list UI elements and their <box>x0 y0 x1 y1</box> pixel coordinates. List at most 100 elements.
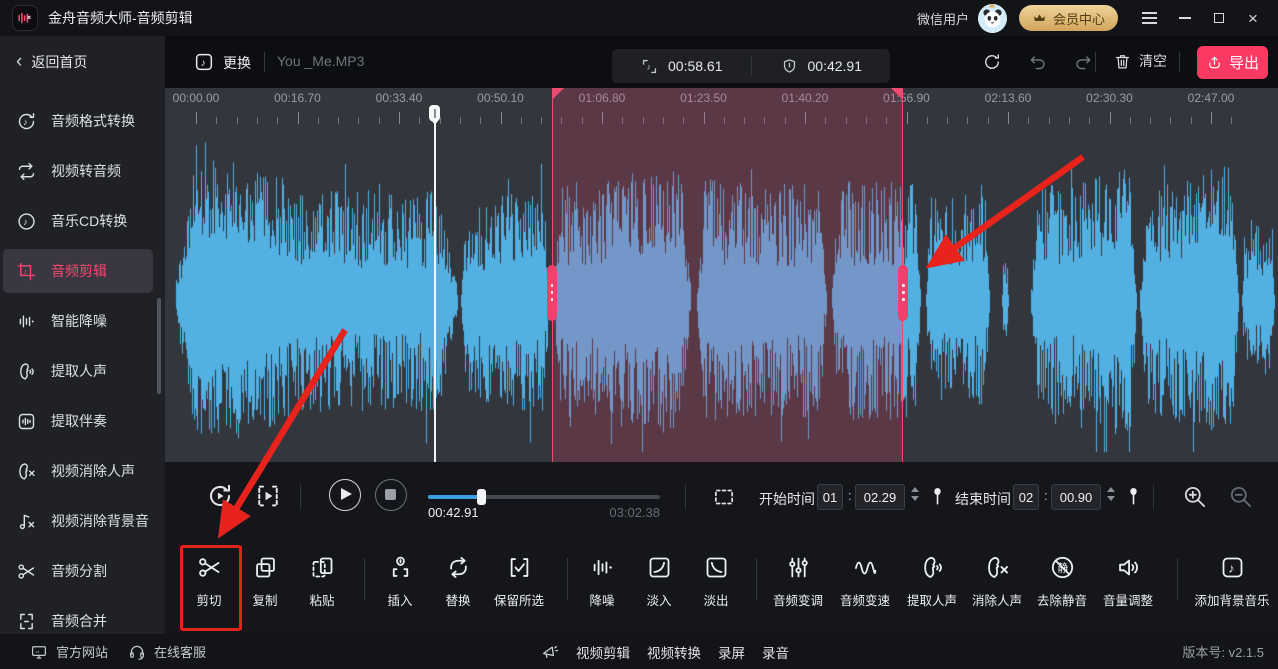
cursor-time-value: 00:42.91 <box>808 58 863 74</box>
footer-link[interactable]: 视频剪辑 <box>576 642 630 662</box>
divider <box>1179 52 1180 72</box>
sidebar-item-cd-convert[interactable]: 音乐CD转换 <box>0 196 165 246</box>
current-time: 00:42.91 <box>428 505 479 520</box>
sidebar-item-label: 智能降噪 <box>51 311 107 331</box>
headset-icon <box>128 643 146 661</box>
export-button[interactable]: 导出 <box>1197 46 1268 79</box>
clear-label: 清空 <box>1139 51 1167 71</box>
start-time-label: 开始时间 <box>759 489 815 509</box>
sidebar-item-smart-denoise[interactable]: 智能降噪 <box>0 296 165 346</box>
playhead-marker[interactable] <box>429 105 440 122</box>
end-pin-icon[interactable] <box>1122 485 1145 508</box>
footer-link[interactable]: 录屏 <box>718 642 745 662</box>
online-support-link[interactable]: 在线客服 <box>128 634 206 669</box>
selection-start-handle[interactable] <box>547 265 557 321</box>
zoom-out-icon[interactable] <box>1227 483 1254 510</box>
menu-icon[interactable] <box>1136 5 1162 31</box>
export-label: 导出 <box>1229 52 1259 73</box>
sidebar-item-extract-vocal[interactable]: 提取人声 <box>0 346 165 396</box>
ic-vocalx <box>984 554 1011 581</box>
divider <box>300 485 301 509</box>
total-time: 03:02.38 <box>590 505 660 520</box>
selection-duration: 00:58.61 <box>612 57 751 76</box>
timeline-label: 02:47.00 <box>1188 91 1235 105</box>
slider-fill <box>428 495 481 499</box>
user-avatar[interactable] <box>978 4 1007 33</box>
app-window: 金舟音频大师-音频剪辑 微信用户 会员中心 × ‹ 返回首页 音频格式转换 视频… <box>0 0 1278 669</box>
clear-button[interactable]: 清空 <box>1113 51 1167 71</box>
app-logo-icon <box>12 5 38 31</box>
timeline-label: 02:30.30 <box>1086 91 1133 105</box>
redo-icon[interactable] <box>1073 52 1093 72</box>
chevron-left-icon: ‹ <box>16 56 22 68</box>
sidebar-item-audio-format-convert[interactable]: 音频格式转换 <box>0 96 165 146</box>
play-button[interactable] <box>329 479 361 511</box>
close-button[interactable]: × <box>1240 5 1266 31</box>
timeline-label: 00:16.70 <box>274 91 321 105</box>
official-website-link[interactable]: 官方网站 <box>30 634 108 669</box>
selection-end-flag-icon <box>891 88 902 99</box>
sidebar: ‹ 返回首页 音频格式转换 视频转音频 音乐CD转换 音频剪辑 智能降噪 提取人… <box>0 36 165 634</box>
maximize-button[interactable] <box>1206 5 1232 31</box>
loop-play-icon[interactable] <box>205 481 235 511</box>
toolbar-label: 插入 <box>387 590 412 609</box>
progress-slider[interactable] <box>428 492 660 502</box>
official-website-label: 官方网站 <box>56 642 108 661</box>
undo-icon[interactable] <box>1028 52 1048 72</box>
selection-region[interactable] <box>552 88 903 462</box>
refresh-icon[interactable] <box>982 52 1002 72</box>
selection-end-handle[interactable] <box>898 265 908 321</box>
start-second-input[interactable] <box>855 484 905 510</box>
timeline-label: 00:50.10 <box>477 91 524 105</box>
sidebar-item-video-to-audio[interactable]: 视频转音频 <box>0 146 165 196</box>
minimize-button[interactable] <box>1172 5 1198 31</box>
change-file-button[interactable]: 更换 <box>223 53 251 73</box>
toolbar-label: 替换 <box>445 590 470 609</box>
vip-center-button[interactable]: 会员中心 <box>1019 5 1118 31</box>
version-text: 版本号: v2.1.5 <box>1182 634 1264 669</box>
toolbar-keep-selection-button[interactable]: 保留所选 <box>471 554 567 609</box>
megaphone-icon <box>540 642 559 661</box>
sidebar-item-audio-split[interactable]: 音频分割 <box>0 546 165 596</box>
ic-v2a <box>16 161 37 182</box>
music-note-icon <box>193 51 215 73</box>
shield-icon <box>780 57 799 76</box>
ic-fadeout <box>703 554 730 581</box>
sidebar-scrollbar[interactable] <box>157 298 161 394</box>
start-minute-input[interactable] <box>817 484 843 510</box>
ic-vocal <box>16 361 37 382</box>
footer-link[interactable]: 录音 <box>762 642 789 662</box>
sidebar-item-label: 提取伴奏 <box>51 411 107 431</box>
sidebar-item-label: 音频格式转换 <box>51 111 135 131</box>
play-selection-icon[interactable] <box>253 481 283 511</box>
back-to-home-button[interactable]: ‹ 返回首页 <box>0 36 165 82</box>
sidebar-item-audio-edit[interactable]: 音频剪辑 <box>0 246 165 296</box>
end-time-stepper[interactable] <box>1107 487 1115 501</box>
sidebar-item-video-remove-bgm[interactable]: 视频消除背景音 <box>0 496 165 546</box>
divider <box>1095 52 1096 72</box>
toolbar-volume-button[interactable]: 音量调整 <box>1080 554 1176 609</box>
sidebar-item-extract-accompaniment[interactable]: 提取伴奏 <box>0 396 165 446</box>
selection-duration-value: 00:58.61 <box>668 58 723 74</box>
start-pin-icon[interactable] <box>926 485 949 508</box>
slider-thumb[interactable] <box>477 489 486 505</box>
start-time-stepper[interactable] <box>911 487 919 501</box>
zoom-in-icon[interactable] <box>1181 483 1208 510</box>
transport-bar: 00:42.91 03:02.38 开始时间 : 结束时间 : <box>165 462 1278 532</box>
end-minute-input[interactable] <box>1013 484 1039 510</box>
sidebar-item-video-remove-vocal[interactable]: 视频消除人声 <box>0 446 165 496</box>
stop-button[interactable] <box>375 479 407 511</box>
sidebar-item-label: 提取人声 <box>51 361 107 381</box>
ic-cut <box>16 561 37 582</box>
toolbar-label: 淡出 <box>703 590 728 609</box>
sidebar-item-label: 视频消除背景音 <box>51 511 149 531</box>
time-info-box: 00:58.61 00:42.91 <box>612 49 890 83</box>
toolbar-label: 音量调整 <box>1103 590 1153 609</box>
ic-vocal <box>919 554 946 581</box>
end-second-input[interactable] <box>1051 484 1101 510</box>
selection-box-icon[interactable] <box>711 484 737 510</box>
toolbar-add-bgm-button[interactable]: 添加背景音乐 <box>1184 554 1278 609</box>
online-support-label: 在线客服 <box>154 642 206 661</box>
footer-link[interactable]: 视频转换 <box>647 642 701 662</box>
user-name: 微信用户 <box>917 9 969 28</box>
